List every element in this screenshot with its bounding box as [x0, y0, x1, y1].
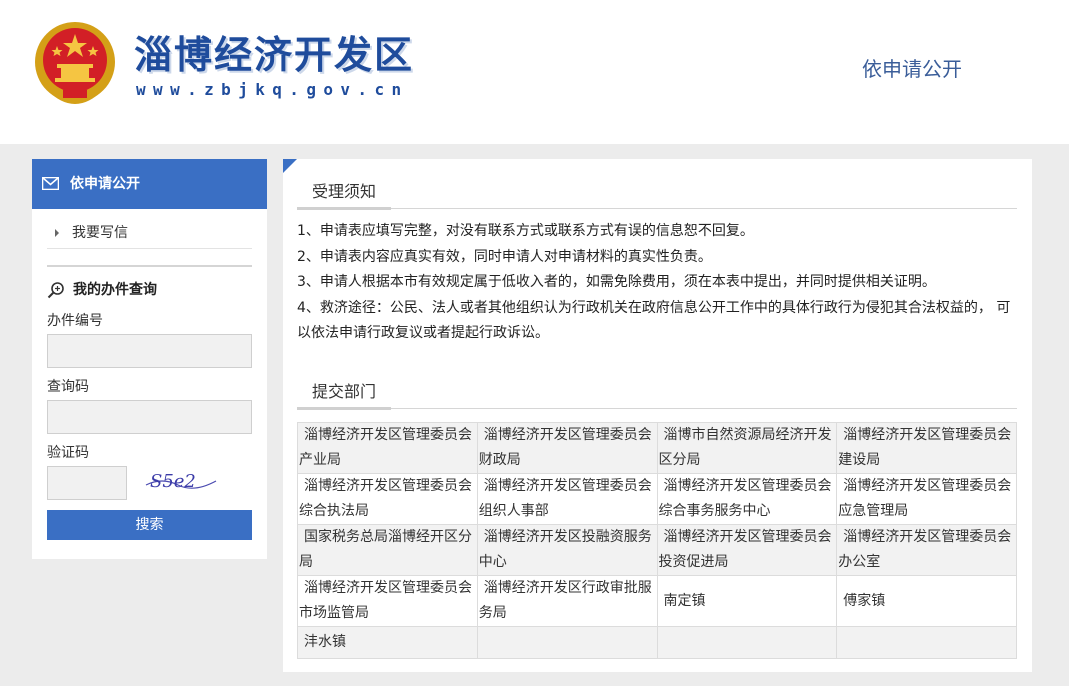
department-cell[interactable]: 南定镇	[656, 575, 838, 627]
table-row: 沣水镇	[297, 626, 1017, 659]
sidebar-heading[interactable]: 依申请公开	[32, 159, 267, 209]
case-query-title: 我的办件查询	[47, 279, 157, 301]
mail-icon	[42, 177, 59, 190]
department-cell[interactable]: 淄博经济开发区管理委员会市场监管局	[297, 575, 478, 627]
table-row: 淄博经济开发区管理委员会产业局 淄博经济开发区管理委员会财政局 淄博市自然资源局…	[297, 422, 1017, 474]
department-cell[interactable]: 沣水镇	[297, 626, 478, 659]
notice-item: 2、申请表内容应真实有效，同时申请人对申请材料的真实性负责。	[297, 248, 712, 265]
department-cell[interactable]: 淄博经济开发区管理委员会投资促进局	[656, 524, 838, 576]
captcha-label: 验证码	[47, 445, 89, 461]
search-icon	[47, 282, 64, 299]
departments-title: 提交部门	[297, 376, 392, 410]
department-cell[interactable]: 淄博经济开发区管理委员会应急管理局	[836, 473, 1017, 525]
notice-item: 4、救济途径：公民、法人或者其他组织认为行政机关在政府信息公开工作中的具体行政行…	[297, 299, 1011, 342]
sidebar-item-write-letter[interactable]: 我要写信	[47, 217, 252, 249]
table-row: 淄博经济开发区管理委员会综合执法局 淄博经济开发区管理委员会组织人事部 淄博经济…	[297, 473, 1017, 525]
notice-item: 3、申请人根据本市有效规定属于低收入者的，如需免除费用，须在本表中提出，并同时提…	[297, 274, 936, 290]
captcha-input[interactable]	[47, 466, 127, 500]
content-panel: 受理须知 1、申请表应填写完整，对没有联系方式或联系方式有误的信息恕不回复。 2…	[283, 159, 1032, 672]
department-cell[interactable]: 淄博经济开发区管理委员会综合执法局	[297, 473, 478, 525]
query-code-label: 查询码	[47, 379, 89, 395]
case-query-title-label: 我的办件查询	[73, 282, 157, 298]
department-cell[interactable]: 淄博经济开发区管理委员会组织人事部	[476, 473, 658, 525]
sidebar: 依申请公开 我要写信 我的办件查询 办件编号 查询码 验证码 S5e2 搜索	[32, 159, 267, 559]
site-url: www.zbjkq.gov.cn	[136, 80, 409, 99]
table-row: 国家税务总局淄博经开区分局 淄博经济开发区投融资服务中心 淄博经济开发区管理委员…	[297, 524, 1017, 576]
captcha-text: S5e2	[150, 471, 196, 492]
department-cell[interactable]: 淄博经济开发区管理委员会综合事务服务中心	[656, 473, 838, 525]
site-title: 淄博经济开发区	[134, 33, 415, 77]
site-header: 淄博经济开发区 www.zbjkq.gov.cn 依申请公开	[0, 0, 1069, 144]
notice-section-header: 受理须知	[297, 175, 1017, 210]
notice-title: 受理须知	[297, 176, 392, 210]
department-cell[interactable]: 淄博经济开发区管理委员会建设局	[836, 422, 1017, 474]
notice-item: 1、申请表应填写完整，对没有联系方式或联系方式有误的信息恕不回复。	[297, 223, 754, 239]
table-row: 淄博经济开发区管理委员会市场监管局 淄博经济开发区行政审批服务局 南定镇 傅家镇	[297, 575, 1017, 627]
sidebar-divider	[47, 265, 252, 267]
main-area: 依申请公开 我要写信 我的办件查询 办件编号 查询码 验证码 S5e2 搜索 受…	[0, 144, 1069, 686]
department-cell[interactable]: 淄博经济开发区管理委员会财政局	[476, 422, 658, 474]
department-cell[interactable]: 淄博经济开发区管理委员会产业局	[297, 422, 478, 474]
captcha-image[interactable]: S5e2	[142, 465, 222, 497]
corner-accent	[283, 159, 297, 173]
sidebar-heading-label: 依申请公开	[70, 176, 140, 192]
search-button[interactable]: 搜索	[47, 510, 252, 540]
nav-link-apply-disclosure[interactable]: 依申请公开	[862, 56, 962, 82]
notice-list: 1、申请表应填写完整，对没有联系方式或联系方式有误的信息恕不回复。 2、申请表内…	[297, 219, 1017, 347]
department-cell[interactable]: 国家税务总局淄博经开区分局	[297, 524, 478, 576]
chevron-right-icon	[55, 229, 59, 237]
case-number-label: 办件编号	[47, 313, 103, 329]
sidebar-item-label: 我要写信	[72, 225, 128, 241]
departments-table: 淄博经济开发区管理委员会产业局 淄博经济开发区管理委员会财政局 淄博市自然资源局…	[297, 422, 1017, 659]
national-emblem-icon	[35, 22, 115, 104]
department-cell[interactable]: 淄博经济开发区投融资服务中心	[476, 524, 658, 576]
departments-section-header: 提交部门	[297, 375, 1017, 410]
department-cell[interactable]: 淄博经济开发区管理委员会办公室	[836, 524, 1017, 576]
department-cell[interactable]: 淄博经济开发区行政审批服务局	[476, 575, 658, 627]
case-number-input[interactable]	[47, 334, 252, 368]
department-cell	[836, 626, 1017, 659]
query-code-input[interactable]	[47, 400, 252, 434]
department-cell	[476, 626, 658, 659]
department-cell	[656, 626, 838, 659]
department-cell[interactable]: 傅家镇	[836, 575, 1017, 627]
department-cell[interactable]: 淄博市自然资源局经济开发区分局	[656, 422, 838, 474]
